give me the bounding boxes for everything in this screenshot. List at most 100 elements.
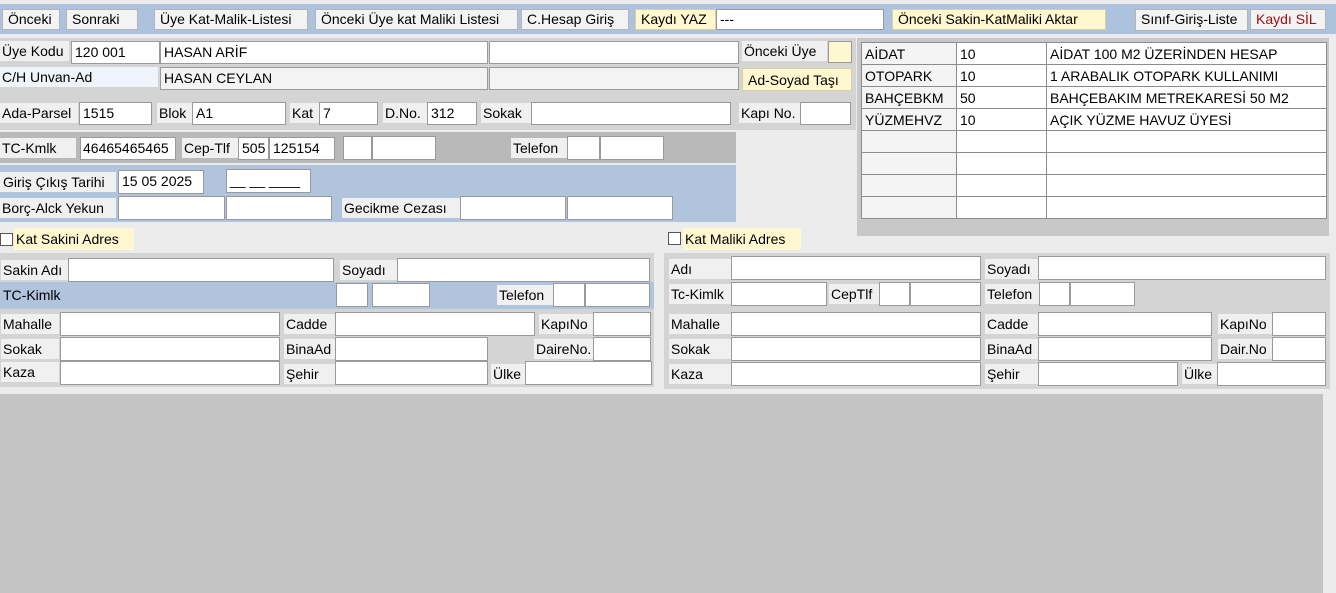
dues-desc-cell[interactable] [1046, 196, 1327, 219]
entry-date-field[interactable]: 15 05 2025 [118, 170, 204, 194]
resident-phone-number-field[interactable] [585, 283, 650, 307]
floor-field[interactable]: 7 [319, 102, 378, 125]
dues-row[interactable] [861, 130, 1327, 153]
block-field[interactable]: A1 [192, 102, 286, 125]
dues-amount-cell[interactable]: 10 [956, 42, 1047, 65]
owner-tc-field[interactable] [731, 282, 827, 306]
resident-avenue-field[interactable] [335, 312, 535, 336]
owner-mobile-number-field[interactable] [910, 282, 981, 306]
prev-member-field[interactable] [828, 41, 852, 63]
owner-district-field[interactable] [731, 312, 981, 336]
late-fee-extra-field[interactable] [567, 196, 673, 220]
dues-code-cell[interactable] [861, 196, 957, 219]
resident-phone-prefix-field[interactable] [553, 283, 585, 307]
owner-phone-number-field[interactable] [1070, 282, 1135, 306]
credit-total-field[interactable] [226, 196, 332, 220]
resident-surname-field[interactable] [397, 258, 650, 282]
mobile-prefix-field[interactable]: 505 [238, 137, 269, 160]
dues-amount-cell[interactable]: 50 [956, 86, 1047, 109]
gate-number-field[interactable] [800, 102, 851, 125]
dues-row[interactable]: YÜZMEHVZ 10 AÇIK YÜZME HAVUZ ÜYESİ [861, 108, 1327, 131]
resident-tc-prefix-field[interactable] [336, 283, 368, 307]
dues-code-cell[interactable]: YÜZMEHVZ [861, 108, 957, 131]
member-code-field[interactable]: 120 001 [71, 41, 160, 64]
dues-desc-cell[interactable] [1046, 152, 1327, 175]
extra-phone-prefix-field[interactable] [343, 136, 372, 160]
dues-desc-cell[interactable]: BAHÇEBAKIM METREKARESİ 50 M2 [1046, 86, 1327, 109]
dues-amount-cell[interactable] [956, 152, 1047, 175]
resident-address-checkbox[interactable] [0, 233, 13, 246]
owner-street-field[interactable] [731, 337, 981, 361]
move-name-button[interactable]: Ad-Soyad Taşı [742, 68, 852, 91]
owner-surname-field[interactable] [1038, 256, 1326, 280]
owner-city-field[interactable] [1038, 362, 1178, 386]
dues-row[interactable]: BAHÇEBKM 50 BAHÇEBAKIM METREKARESİ 50 M2 [861, 86, 1327, 109]
member-name-field[interactable]: HASAN ARİF [160, 41, 488, 64]
member-name-extra-field[interactable] [489, 41, 739, 64]
phone-prefix-field[interactable] [567, 136, 600, 160]
dues-desc-cell[interactable]: 1 ARABALIK OTOPARK KULLANIMI [1046, 64, 1327, 87]
extra-phone-number-field[interactable] [372, 136, 436, 160]
dues-amount-cell[interactable] [956, 196, 1047, 219]
owner-country-field[interactable] [1217, 362, 1326, 386]
exit-date-field[interactable]: __ __ ____ [226, 169, 311, 193]
dues-row[interactable] [861, 174, 1327, 197]
owner-county-field[interactable] [731, 362, 981, 386]
transfer-prev-button[interactable]: Önceki Sakin-KatMaliki Aktar [892, 9, 1106, 30]
owner-apartment-field[interactable] [1272, 337, 1326, 361]
resident-district-field[interactable] [60, 312, 280, 336]
class-entry-list-button[interactable]: Sınıf-Giriş-Liste [1135, 9, 1248, 31]
dues-amount-cell[interactable] [956, 130, 1047, 153]
resident-county-field[interactable] [60, 361, 280, 385]
dues-desc-cell[interactable] [1046, 174, 1327, 197]
resident-city-field[interactable] [335, 361, 488, 385]
late-fee-field[interactable] [460, 196, 566, 220]
dues-row[interactable]: AİDAT 10 AİDAT 100 M2 ÜZERİNDEN HESAP [861, 42, 1327, 65]
owner-gate-field[interactable] [1272, 312, 1326, 336]
resident-gate-field[interactable] [593, 312, 651, 336]
dues-desc-cell[interactable]: AÇIK YÜZME HAVUZ ÜYESİ [1046, 108, 1327, 131]
account-title-field[interactable]: HASAN CEYLAN [160, 67, 488, 90]
account-title-extra-field[interactable] [489, 67, 739, 90]
owner-mobile-prefix-field[interactable] [879, 282, 910, 306]
resident-apartment-field[interactable] [593, 337, 651, 361]
door-number-field[interactable]: 312 [427, 102, 477, 125]
save-button[interactable]: Kaydı YAZ [635, 9, 716, 30]
dues-amount-cell[interactable]: 10 [956, 108, 1047, 131]
resident-street-field[interactable] [60, 337, 280, 361]
dues-code-cell[interactable] [861, 174, 957, 197]
delete-button[interactable]: Kaydı SİL [1250, 9, 1326, 30]
parcel-field[interactable]: 1515 [79, 102, 152, 125]
dues-code-cell[interactable]: OTOPARK [861, 64, 957, 87]
account-entry-button[interactable]: C.Hesap Giriş [521, 9, 629, 30]
prev-member-list-button[interactable]: Önceki Üye kat Maliki Listesi [315, 9, 518, 30]
debt-total-field[interactable] [118, 196, 225, 220]
street-field[interactable] [531, 102, 731, 125]
owner-avenue-field[interactable] [1038, 312, 1212, 336]
phone-number-field[interactable] [600, 136, 664, 160]
owner-address-checkbox[interactable] [668, 232, 681, 245]
dues-code-cell[interactable]: AİDAT [861, 42, 957, 65]
next-button[interactable]: Sonraki [66, 9, 138, 30]
dues-row[interactable] [861, 196, 1327, 219]
dues-row[interactable]: OTOPARK 10 1 ARABALIK OTOPARK KULLANIMI [861, 64, 1327, 87]
resident-country-field[interactable] [525, 361, 652, 385]
resident-building-field[interactable] [335, 337, 488, 361]
dues-row[interactable] [861, 152, 1327, 175]
prev-button[interactable]: Önceki [2, 9, 60, 30]
resident-name-field[interactable] [68, 258, 334, 282]
dues-desc-cell[interactable] [1046, 130, 1327, 153]
member-list-button[interactable]: Üye Kat-Malik-Listesi [154, 9, 308, 30]
tc-id-field[interactable]: 46465465465 [80, 137, 176, 160]
dues-amount-cell[interactable] [956, 174, 1047, 197]
dues-desc-cell[interactable]: AİDAT 100 M2 ÜZERİNDEN HESAP [1046, 42, 1327, 65]
dues-code-cell[interactable] [861, 152, 957, 175]
dues-code-cell[interactable] [861, 130, 957, 153]
owner-building-field[interactable] [1038, 337, 1212, 361]
owner-phone-prefix-field[interactable] [1039, 282, 1070, 306]
owner-name-field[interactable] [731, 256, 981, 280]
dues-code-cell[interactable]: BAHÇEBKM [861, 86, 957, 109]
mobile-number-field[interactable]: 125154 [269, 137, 335, 160]
resident-tc-field[interactable] [372, 283, 430, 307]
dues-amount-cell[interactable]: 10 [956, 64, 1047, 87]
